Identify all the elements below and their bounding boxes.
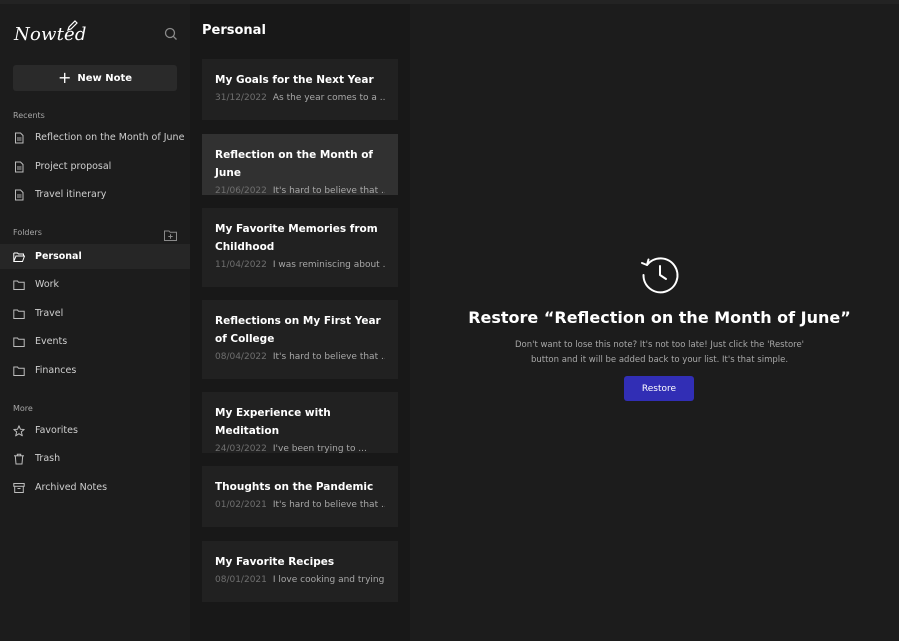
recents-title: Recents bbox=[13, 111, 45, 120]
folder-icon bbox=[13, 337, 25, 347]
recent-item-label: Reflection on the Month of June bbox=[35, 132, 185, 143]
note-date: 01/02/2021 bbox=[215, 500, 267, 510]
folder-item-travel[interactable]: Travel bbox=[0, 301, 190, 326]
note-date: 08/01/2021 bbox=[215, 575, 267, 585]
note-card-active[interactable]: Reflection on the Month of June 21/06/20… bbox=[202, 134, 398, 196]
new-note-label: New Note bbox=[77, 72, 133, 84]
note-title: Reflection on the Month of June bbox=[215, 149, 373, 179]
note-snippet: It's hard to believe that ... bbox=[272, 500, 385, 510]
folder-icon bbox=[13, 309, 25, 319]
note-snippet: It's hard to believe that ... bbox=[272, 352, 385, 362]
folder-item-work[interactable]: Work bbox=[0, 272, 190, 297]
folder-icon bbox=[13, 366, 25, 376]
recent-item[interactable]: Project proposal bbox=[0, 154, 190, 179]
note-card[interactable]: My Favorite Memories from Childhood 11/0… bbox=[202, 208, 398, 287]
note-card[interactable]: My Experience with Meditation 24/03/2022… bbox=[202, 392, 398, 454]
note-date: 11/04/2022 bbox=[215, 260, 267, 270]
more-item-label: Trash bbox=[35, 453, 61, 464]
star-icon bbox=[13, 424, 25, 436]
note-title: Reflections on My First Year of College bbox=[215, 315, 381, 345]
folder-item-personal[interactable]: Personal bbox=[0, 244, 190, 269]
note-title: My Favorite Recipes bbox=[215, 556, 335, 568]
search-icon[interactable] bbox=[164, 27, 178, 41]
archive-icon bbox=[13, 482, 25, 493]
note-meta: 24/03/2022 I've been trying to ... bbox=[215, 444, 385, 454]
folder-item-label: Travel bbox=[35, 308, 64, 319]
recent-item-label: Travel itinerary bbox=[35, 189, 107, 200]
folder-item-finances[interactable]: Finances bbox=[0, 358, 190, 383]
folder-item-label: Work bbox=[35, 279, 60, 290]
recent-item[interactable]: Travel itinerary bbox=[0, 182, 190, 207]
pen-icon bbox=[67, 20, 78, 31]
folder-item-label: Personal bbox=[35, 251, 82, 262]
note-meta: 11/04/2022 I was reminiscing about ... bbox=[215, 260, 385, 270]
note-snippet: I've been trying to ... bbox=[272, 444, 367, 454]
more-item-label: Favorites bbox=[35, 425, 78, 436]
restore-history-icon bbox=[641, 257, 679, 294]
logo-row: Nowted bbox=[14, 20, 184, 48]
more-item-favorites[interactable]: Favorites bbox=[0, 418, 190, 443]
note-title: My Goals for the Next Year bbox=[215, 74, 374, 86]
more-item-trash[interactable]: Trash bbox=[0, 446, 190, 471]
note-date: 21/06/2022 bbox=[215, 186, 267, 196]
note-meta: 21/06/2022 It's hard to believe that ... bbox=[215, 186, 385, 196]
plus-icon: + bbox=[57, 68, 72, 87]
notes-list: Personal My Goals for the Next Year 31/1… bbox=[190, 4, 410, 641]
note-title: My Experience with Meditation bbox=[215, 407, 331, 437]
note-date: 31/12/2022 bbox=[215, 93, 267, 103]
note-title: Thoughts on the Pandemic bbox=[215, 481, 374, 493]
note-snippet: I was reminiscing about ... bbox=[272, 260, 385, 270]
note-snippet: As the year comes to a ... bbox=[272, 93, 385, 103]
folder-icon bbox=[13, 280, 25, 290]
more-item-archived[interactable]: Archived Notes bbox=[0, 475, 190, 500]
new-note-button[interactable]: + New Note bbox=[13, 65, 177, 91]
note-meta: 01/02/2021 It's hard to believe that ... bbox=[215, 500, 385, 510]
add-folder-icon[interactable] bbox=[164, 230, 177, 241]
restore-title: Restore “Reflection on the Month of June… bbox=[468, 308, 851, 327]
main-panel: Restore “Reflection on the Month of June… bbox=[410, 4, 899, 641]
note-date: 24/03/2022 bbox=[215, 444, 267, 454]
folder-item-events[interactable]: Events bbox=[0, 329, 190, 354]
sidebar: Nowted + New Note Recents Reflection on … bbox=[0, 4, 190, 641]
note-snippet: I love cooking and trying ... bbox=[272, 575, 385, 585]
more-item-label: Archived Notes bbox=[35, 482, 108, 493]
note-card[interactable]: Thoughts on the Pandemic 01/02/2021 It's … bbox=[202, 466, 398, 527]
trash-icon bbox=[14, 453, 24, 464]
folder-item-label: Events bbox=[35, 336, 68, 347]
more-title: More bbox=[13, 404, 33, 413]
note-meta: 08/04/2022 It's hard to believe that ... bbox=[215, 352, 385, 362]
note-meta: 08/01/2021 I love cooking and trying ... bbox=[215, 575, 385, 585]
note-title: My Favorite Memories from Childhood bbox=[215, 223, 378, 253]
note-card[interactable]: My Favorite Recipes 08/01/2021 I love coo… bbox=[202, 541, 398, 602]
document-icon bbox=[15, 132, 24, 143]
note-meta: 31/12/2022 As the year comes to a ... bbox=[215, 93, 385, 103]
note-date: 08/04/2022 bbox=[215, 352, 267, 362]
recent-item[interactable]: Reflection on the Month of June bbox=[0, 125, 190, 150]
recent-item-label: Project proposal bbox=[35, 161, 112, 172]
folder-open-icon bbox=[13, 252, 25, 262]
restore-button[interactable]: Restore bbox=[624, 376, 694, 401]
note-card[interactable]: My Goals for the Next Year 31/12/2022 As … bbox=[202, 59, 398, 120]
restore-description: Don't want to lose this note? It's not t… bbox=[514, 340, 805, 365]
folder-title: Personal bbox=[202, 23, 266, 38]
folder-item-label: Finances bbox=[35, 365, 77, 376]
note-card[interactable]: Reflections on My First Year of College … bbox=[202, 300, 398, 379]
note-snippet: It's hard to believe that ... bbox=[272, 186, 385, 196]
document-icon bbox=[15, 189, 24, 200]
folders-title: Folders bbox=[13, 228, 42, 237]
document-icon bbox=[15, 161, 24, 172]
